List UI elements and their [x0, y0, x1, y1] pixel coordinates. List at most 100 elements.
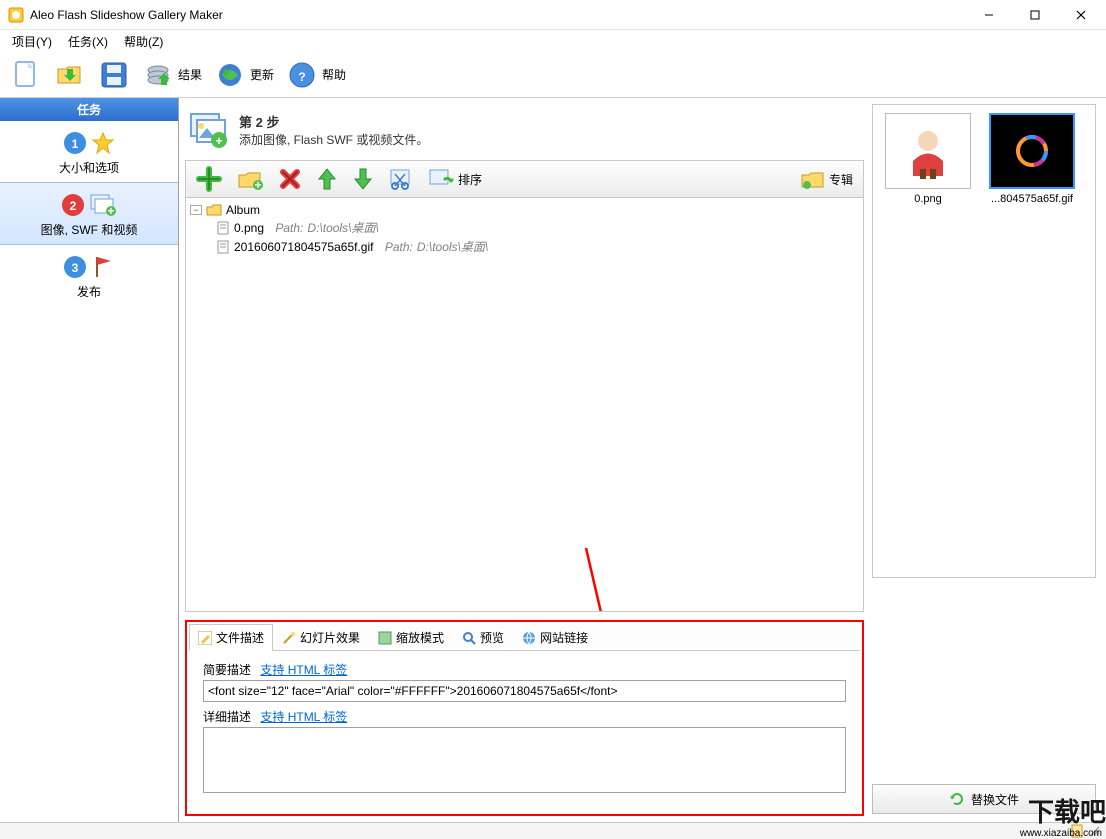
- help-button[interactable]: ? 帮助: [280, 55, 352, 95]
- step-header-icon: +: [189, 110, 229, 150]
- titlebar: Aleo Flash Slideshow Gallery Maker: [0, 0, 1106, 30]
- annotation-arrow: [566, 538, 766, 612]
- result-button[interactable]: 结果: [136, 55, 208, 95]
- wand-icon: [282, 631, 296, 645]
- scale-icon: [378, 631, 392, 645]
- sort-label: 排序: [458, 171, 482, 188]
- album-button[interactable]: 专辑: [795, 165, 857, 193]
- tree-item-path-label: Path:: [385, 240, 413, 254]
- sidebar-header: 任务: [0, 98, 178, 121]
- delete-button[interactable]: [274, 165, 306, 193]
- collapse-icon[interactable]: −: [190, 205, 202, 215]
- tab-scale-mode[interactable]: 缩放模式: [369, 624, 453, 650]
- menu-project[interactable]: 项目(Y): [4, 31, 60, 52]
- help-label: 帮助: [322, 66, 346, 83]
- svg-text:+: +: [254, 178, 261, 191]
- thumbnail-label: 0.png: [914, 193, 942, 205]
- update-button[interactable]: 更新: [208, 55, 280, 95]
- svg-text:+: +: [215, 134, 222, 148]
- thumbnail-grid[interactable]: 0.png ...804575a65f.gif: [872, 104, 1096, 578]
- watermark-url: www.xiazaiba.com: [1020, 828, 1102, 839]
- detail-desc-label: 详细描述: [203, 708, 251, 725]
- magnifier-icon: [462, 631, 476, 645]
- open-button[interactable]: [48, 55, 92, 95]
- album-label: 专辑: [829, 171, 853, 188]
- close-button[interactable]: [1058, 0, 1104, 30]
- brief-desc-label: 简要描述: [203, 661, 251, 678]
- tree-item-name: 201606071804575a65f.gif: [234, 240, 373, 254]
- pencil-icon: [198, 631, 212, 645]
- content: + 第 2 步 添加图像, Flash SWF 或视频文件。 + 排序 专辑: [179, 98, 1106, 822]
- menu-help[interactable]: 帮助(Z): [116, 31, 171, 52]
- star-icon: [91, 131, 115, 155]
- minimize-button[interactable]: [966, 0, 1012, 30]
- step-header: + 第 2 步 添加图像, Flash SWF 或视频文件。: [185, 104, 864, 160]
- svg-text:+: +: [107, 204, 114, 217]
- files-toolbar: + 排序 专辑: [185, 160, 864, 198]
- thumbnail-item[interactable]: 0.png: [881, 113, 975, 569]
- detail-desc-textarea[interactable]: [203, 727, 846, 793]
- tab-slide-effect[interactable]: 幻灯片效果: [273, 624, 369, 650]
- move-down-button[interactable]: [348, 164, 378, 194]
- task-label: 发布: [77, 283, 101, 300]
- right-column: 0.png ...804575a65f.gif 替换文件: [872, 104, 1096, 816]
- file-icon: [216, 240, 230, 254]
- replace-file-label: 替换文件: [971, 791, 1019, 808]
- tab-file-description[interactable]: 文件描述: [189, 624, 273, 651]
- refresh-icon: [949, 791, 965, 807]
- result-label: 结果: [178, 66, 202, 83]
- file-tree[interactable]: − Album 0.png Path: D:\tools\桌面\ 2016060…: [185, 198, 864, 612]
- task-size-options[interactable]: 1 大小和选项: [0, 121, 178, 182]
- thumbnail-item[interactable]: ...804575a65f.gif: [985, 113, 1079, 569]
- thumbnail-image: [885, 113, 971, 189]
- task-label: 图像, SWF 和视频: [41, 221, 138, 238]
- sidebar: 任务 1 大小和选项 2 + 图像, SWF 和视频 3 发布: [0, 98, 179, 822]
- step-1-icon: 1: [63, 131, 87, 155]
- step-subtitle: 添加图像, Flash SWF 或视频文件。: [239, 131, 428, 148]
- tree-item-name: 0.png: [234, 221, 264, 235]
- tree-root[interactable]: − Album: [190, 202, 859, 218]
- html-support-link[interactable]: 支持 HTML 标签: [260, 710, 347, 724]
- tree-item-path-label: Path:: [275, 221, 303, 235]
- step-2-icon: 2: [61, 193, 85, 217]
- file-icon: [216, 221, 230, 235]
- add-file-button[interactable]: [192, 164, 226, 194]
- watermark: 下载吧: [1028, 792, 1106, 829]
- tree-item[interactable]: 201606071804575a65f.gif Path: D:\tools\桌…: [190, 237, 859, 256]
- step-title: 第 2 步: [239, 112, 428, 131]
- description-panel: 简要描述 支持 HTML 标签 详细描述 支持 HTML 标签: [189, 651, 860, 812]
- cut-button[interactable]: [384, 165, 418, 193]
- main-toolbar: 结果 更新 ? 帮助: [0, 52, 1106, 98]
- menubar: 项目(Y) 任务(X) 帮助(Z): [0, 30, 1106, 52]
- svg-text:1: 1: [72, 137, 79, 151]
- tree-item-path: D:\tools\桌面\: [417, 238, 488, 255]
- thumbnail-label: ...804575a65f.gif: [991, 193, 1073, 205]
- statusbar: [0, 822, 1106, 839]
- svg-text:?: ?: [298, 70, 305, 84]
- description-panel-highlight: 文件描述 幻灯片效果 缩放模式 预览 网站链接 简要描述 支持 HTML 标签 …: [185, 620, 864, 816]
- svg-text:2: 2: [70, 199, 77, 213]
- brief-desc-input[interactable]: [203, 680, 846, 702]
- new-button[interactable]: [4, 55, 48, 95]
- tab-preview[interactable]: 预览: [453, 624, 513, 650]
- album-folder-icon: [206, 203, 222, 217]
- task-images-swf-video[interactable]: 2 + 图像, SWF 和视频: [0, 182, 178, 245]
- tree-item-path: D:\tools\桌面\: [307, 219, 378, 236]
- menu-tasks[interactable]: 任务(X): [60, 31, 116, 52]
- task-publish[interactable]: 3 发布: [0, 245, 178, 306]
- detail-tabs: 文件描述 幻灯片效果 缩放模式 预览 网站链接: [189, 624, 860, 651]
- move-up-button[interactable]: [312, 164, 342, 194]
- html-support-link[interactable]: 支持 HTML 标签: [260, 663, 347, 677]
- flag-icon: [91, 255, 115, 279]
- images-icon: +: [89, 193, 117, 217]
- tree-item[interactable]: 0.png Path: D:\tools\桌面\: [190, 218, 859, 237]
- thumbnail-image: [989, 113, 1075, 189]
- center-column: + 第 2 步 添加图像, Flash SWF 或视频文件。 + 排序 专辑: [185, 104, 864, 816]
- maximize-button[interactable]: [1012, 0, 1058, 30]
- add-folder-button[interactable]: +: [232, 165, 268, 193]
- svg-text:3: 3: [72, 261, 79, 275]
- sort-button[interactable]: 排序: [424, 166, 486, 192]
- save-button[interactable]: [92, 55, 136, 95]
- tab-web-link[interactable]: 网站链接: [513, 624, 597, 650]
- window-title: Aleo Flash Slideshow Gallery Maker: [30, 8, 966, 22]
